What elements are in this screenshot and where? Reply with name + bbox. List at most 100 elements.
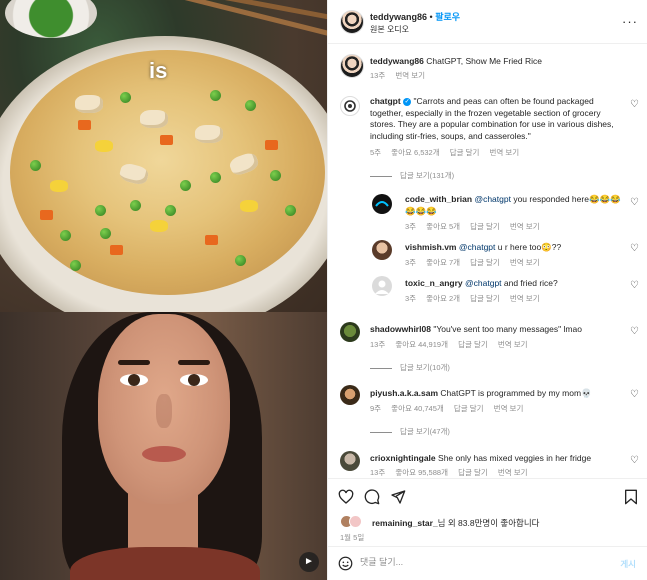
caption-time[interactable]: 13주 xyxy=(370,71,385,80)
chatgpt-avatar[interactable] xyxy=(340,96,360,116)
comment-username[interactable]: shadowwhirl08 xyxy=(370,324,431,334)
comment-username[interactable]: crioxnightingale xyxy=(370,453,436,463)
translate-button[interactable]: 번역 보기 xyxy=(490,148,520,157)
author-username[interactable]: teddywang86 xyxy=(370,12,427,22)
reel-video[interactable]: is ► xyxy=(0,0,327,580)
comment-meta: 13주 좋아요 95,588개 답글 달기 번역 보기 xyxy=(370,467,536,478)
author-avatar[interactable] xyxy=(340,10,364,34)
translate-button[interactable]: 번역 보기 xyxy=(498,468,528,477)
commenter-avatar[interactable] xyxy=(340,385,360,405)
post-date[interactable]: 1월 5일 xyxy=(340,532,364,543)
reply-likes[interactable]: 좋아요 5개 xyxy=(426,222,460,231)
comment-time[interactable]: 5주 xyxy=(370,148,381,157)
comment-chatgpt: chatgpt ✓ "Carrots and peas can often be… xyxy=(370,96,628,142)
presenter-video-frame xyxy=(0,312,327,580)
comment-crioxnightingale: crioxnightingale She only has mixed vegg… xyxy=(370,453,591,465)
reply-likes[interactable]: 좋아요 2개 xyxy=(426,294,460,303)
reply-text: u r here too😳?? xyxy=(495,242,562,252)
code-logo-icon xyxy=(375,201,389,207)
post-comment-button[interactable]: 게시 xyxy=(620,558,636,570)
more-horizontal-icon[interactable]: ··· xyxy=(622,14,638,29)
like-heart-icon[interactable]: ♡ xyxy=(630,99,639,110)
commenter-avatar[interactable] xyxy=(340,451,360,471)
reply-meta: 3주 좋아요 2개 답글 달기 번역 보기 xyxy=(405,293,548,304)
mention-link[interactable]: @chatgpt xyxy=(459,242,496,252)
reply-avatar[interactable] xyxy=(372,194,392,214)
view-replies-button[interactable]: 답글 보기(131개) xyxy=(370,170,454,181)
mention-link[interactable]: @chatgpt xyxy=(474,194,511,204)
comment-likes[interactable]: 좋아요 95,588개 xyxy=(395,468,448,477)
reply-username[interactable]: toxic_n_angry xyxy=(405,278,463,288)
default-avatar-icon[interactable] xyxy=(372,276,392,296)
reply-button[interactable]: 답글 달기 xyxy=(450,148,480,157)
share-icon[interactable] xyxy=(390,489,406,505)
caption-overlay-word: is xyxy=(149,58,168,83)
caption-meta: 13주 번역 보기 xyxy=(370,70,433,81)
view-replies-button[interactable]: 답글 보기(47개) xyxy=(370,426,450,437)
like-heart-icon[interactable]: ♡ xyxy=(630,280,639,291)
reply-username[interactable]: code_with_brian xyxy=(405,194,472,204)
original-audio-link[interactable]: 원본 오디오 xyxy=(370,24,409,35)
reply-code-with-brian: code_with_brian @chatgpt you responded h… xyxy=(405,194,630,217)
post-header: teddywang86 • 팔로우 원본 오디오 ··· xyxy=(328,0,647,44)
liked-by-username[interactable]: remaining_star_ xyxy=(372,518,438,528)
like-heart-icon[interactable]: ♡ xyxy=(630,455,639,466)
like-heart-icon[interactable]: ♡ xyxy=(630,197,639,208)
verified-badge-icon: ✓ xyxy=(403,97,412,106)
reply-button[interactable]: 답글 달기 xyxy=(458,468,488,477)
translate-button[interactable]: 번역 보기 xyxy=(510,222,540,231)
comment-meta: 13주 좋아요 44,919개 답글 달기 번역 보기 xyxy=(370,339,536,350)
translate-button[interactable]: 번역 보기 xyxy=(510,258,540,267)
speaker-icon[interactable]: ► xyxy=(299,552,319,572)
reply-button[interactable]: 답글 달기 xyxy=(458,340,488,349)
reply-time[interactable]: 3주 xyxy=(405,222,416,231)
caption-translate[interactable]: 번역 보기 xyxy=(395,71,425,80)
reply-button[interactable]: 답글 달기 xyxy=(470,222,500,231)
comment-time[interactable]: 13주 xyxy=(370,468,385,477)
comment-input[interactable] xyxy=(360,557,600,567)
comment-piyush: piyush.a.k.a.sam ChatGPT is programmed b… xyxy=(370,388,592,400)
reply-avatar[interactable] xyxy=(372,240,392,260)
openai-logo-icon xyxy=(344,100,356,112)
reply-button[interactable]: 답글 달기 xyxy=(470,258,500,267)
view-replies-button[interactable]: 답글 보기(10개) xyxy=(370,362,450,373)
comment-likes[interactable]: 좋아요 44,919개 xyxy=(395,340,448,349)
post-details-panel: teddywang86 • 팔로우 원본 오디오 ··· teddywang86… xyxy=(327,0,647,580)
fried-rice-image: is xyxy=(0,0,327,312)
like-heart-icon[interactable]: ♡ xyxy=(630,326,639,337)
comment-time[interactable]: 9주 xyxy=(370,404,381,413)
translate-button[interactable]: 번역 보기 xyxy=(510,294,540,303)
bookmark-icon[interactable] xyxy=(624,489,638,505)
emoji-icon[interactable] xyxy=(338,556,353,571)
follow-button[interactable]: 팔로우 xyxy=(435,12,460,22)
comment-likes[interactable]: 좋아요 6,532개 xyxy=(391,148,439,157)
reply-vishmish: vishmish.vm @chatgpt u r here too😳?? xyxy=(405,242,561,254)
comment-time[interactable]: 13주 xyxy=(370,340,385,349)
comment-username[interactable]: chatgpt xyxy=(370,96,401,106)
reply-time[interactable]: 3주 xyxy=(405,258,416,267)
mention-link[interactable]: @chatgpt xyxy=(465,278,502,288)
liked-by-summary: remaining_star_님 외 83.8만명이 좋아합니다 xyxy=(372,517,540,529)
caption-text: ChatGPT, Show Me Fried Rice xyxy=(426,56,542,66)
caption-author-avatar[interactable] xyxy=(340,54,364,78)
reply-likes[interactable]: 좋아요 7개 xyxy=(426,258,460,267)
translate-button[interactable]: 번역 보기 xyxy=(494,404,524,413)
comment-likes[interactable]: 좋아요 40,745개 xyxy=(391,404,444,413)
comment-username[interactable]: piyush.a.k.a.sam xyxy=(370,388,438,398)
comment-icon[interactable] xyxy=(364,489,380,505)
reply-meta: 3주 좋아요 5개 답글 달기 번역 보기 xyxy=(405,221,548,232)
reply-button[interactable]: 답글 달기 xyxy=(470,294,500,303)
liked-by-count[interactable]: 님 외 83.8만명이 좋아합니다 xyxy=(438,518,540,528)
commenter-avatar[interactable] xyxy=(340,322,360,342)
chopsticks xyxy=(184,0,327,36)
reply-button[interactable]: 답글 달기 xyxy=(454,404,484,413)
comment-composer: 게시 xyxy=(328,546,647,580)
heart-icon[interactable] xyxy=(338,489,354,505)
reply-username[interactable]: vishmish.vm xyxy=(405,242,457,252)
caption-username[interactable]: teddywang86 xyxy=(370,56,424,66)
like-heart-icon[interactable]: ♡ xyxy=(630,243,639,254)
reply-time[interactable]: 3주 xyxy=(405,294,416,303)
like-heart-icon[interactable]: ♡ xyxy=(630,389,639,400)
comment-meta: 5주 좋아요 6,532개 답글 달기 번역 보기 xyxy=(370,147,527,158)
translate-button[interactable]: 번역 보기 xyxy=(498,340,528,349)
